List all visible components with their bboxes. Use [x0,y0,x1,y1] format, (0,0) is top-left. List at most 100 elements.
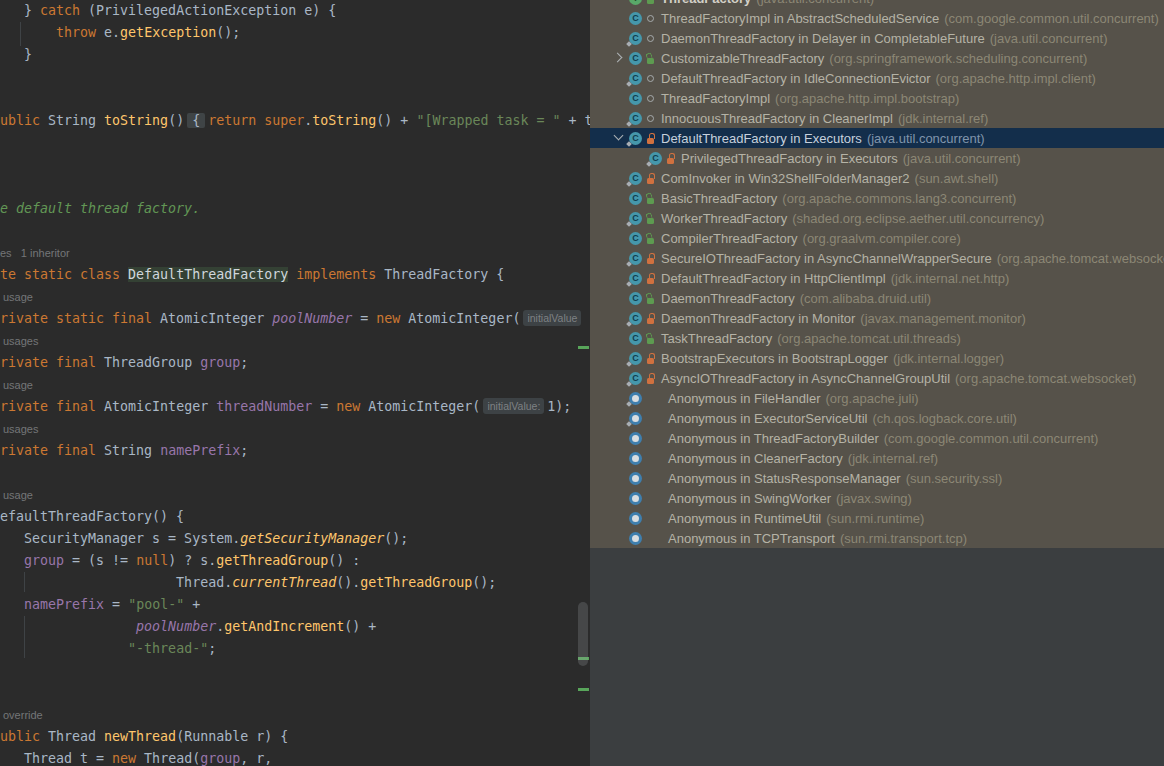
class-icon: C [629,92,642,105]
list-item[interactable]: CCompilerThreadFactory(org.graalvm.compi… [590,228,1164,248]
list-item[interactable]: CDefaultThreadFactory in HttpClientImpl(… [590,268,1164,288]
class-name: PrivilegedThreadFactory in Executors [681,151,898,166]
class-icon: C [629,112,642,125]
visibility-placeholder [646,412,663,425]
list-item[interactable]: CBasicThreadFactory(org.apache.commons.l… [590,188,1164,208]
class-name: BasicThreadFactory [661,191,777,206]
list-item[interactable]: CDaemonThreadFactory in Monitor(javax.ma… [590,308,1164,328]
anonymous-class-icon [629,532,642,545]
class-name: CustomizableThreadFactory [661,51,824,66]
list-item[interactable]: CBootstrapExecutors in BootstrapLogger(j… [590,348,1164,368]
list-item[interactable]: CPrivilegedThreadFactory in Executors(ja… [590,148,1164,168]
class-icon: C [629,312,642,325]
package-name: (com.google.common.util.concurrent) [944,11,1159,26]
class-name: Anonymous in FileHandler [668,391,820,406]
inlay-hint-line: usage [3,286,33,308]
chevron-placeholder [613,228,629,248]
list-item[interactable]: CDefaultThreadFactory in IdleConnectionE… [590,68,1164,88]
code-line: e default thread factory. [0,198,200,220]
package-name: (java.util.concurrent) [867,131,985,146]
inlay-hint-line: usages [3,418,38,440]
package-name: (ch.qos.logback.core.util) [872,411,1017,426]
list-item[interactable]: CComInvoker in Win32ShellFolderManager2(… [590,168,1164,188]
package-name: (org.springframework.scheduling.concurre… [829,51,1087,66]
chevron-placeholder [613,428,629,448]
public-visibility-icon [646,232,656,245]
list-item[interactable]: CDefaultThreadFactory in Executors(java.… [590,128,1164,148]
list-item[interactable]: Anonymous in SwingWorker (javax.swing) [590,488,1164,508]
public-visibility-icon [646,332,656,345]
list-item[interactable]: CTaskThreadFactory(org.apache.tomcat.uti… [590,328,1164,348]
class-name: Anonymous in ExecutorServiceUtil [668,411,867,426]
class-icon: C [629,192,642,205]
list-item[interactable]: Anonymous in FileHandler (org.apache.juli… [590,388,1164,408]
class-name: WorkerThreadFactory [661,211,787,226]
list-item[interactable]: CSecureIOThreadFactory in AsyncChannelWr… [590,248,1164,268]
chevron-placeholder [613,8,629,28]
public-visibility-icon [646,212,656,225]
list-item[interactable]: CThreadFactoryImpl in AbstractScheduledS… [590,8,1164,28]
package-name: (org.apache.http.impl.client) [936,71,1096,86]
class-name: BootstrapExecutors in BootstrapLogger [661,351,888,366]
chevron-placeholder [613,188,629,208]
code-line: rivate static final AtomicInteger poolNu… [0,308,584,330]
vcs-change-marker [578,688,589,691]
package-name: (jdk.internal.ref) [898,111,988,126]
class-icon: C [629,372,642,385]
class-name: ThreadFactoryImpl in AbstractScheduledSe… [661,11,939,26]
class-name: Anonymous in StatusResponseManager [668,471,901,486]
package-name: (javax.swing) [836,491,912,506]
list-item[interactable]: Anonymous in ExecutorServiceUtil (ch.qos.… [590,408,1164,428]
list-item[interactable]: CWorkerThreadFactory(shaded.org.eclipse.… [590,208,1164,228]
package-name: (jdk.internal.ref) [848,451,938,466]
list-item[interactable]: Anonymous in StatusResponseManager(sun.s… [590,468,1164,488]
package-name: (org.apache.juli) [825,391,918,406]
list-item[interactable]: CAsyncIOThreadFactory in AsyncChannelGro… [590,368,1164,388]
interface-icon: I [629,0,642,5]
chevron-right-icon[interactable] [613,48,629,68]
class-name: DaemonThreadFactory [661,291,795,306]
class-name: CompilerThreadFactory [661,231,798,246]
public-visibility-icon [646,0,656,5]
anonymous-class-icon [629,512,642,525]
visibility-placeholder [646,452,663,465]
code-line: } catch (PrivilegedActionException e) { [0,0,336,22]
public-visibility-icon [646,292,656,305]
editor-scrollbar-thumb[interactable] [578,602,588,666]
package-name: (com.alibaba.druid.util) [800,291,932,306]
package-name: (com.google.common.util.concurrent) [884,431,1099,446]
list-item[interactable]: CCustomizableThreadFactory(org.springfra… [590,48,1164,68]
package-name: (org.graalvm.compiler.core) [803,231,961,246]
list-item[interactable]: Anonymous in RuntimeUtil(sun.rmi.runtime… [590,508,1164,528]
public-visibility-icon [646,192,656,205]
anonymous-class-icon [629,432,642,445]
list-item[interactable]: I ThreadFactory (java.util.concurrent) [590,0,1164,8]
inlay-hint-line: es 1 inheritor [0,242,70,264]
private-visibility-icon [646,272,656,285]
list-item[interactable]: CDaemonThreadFactory(com.alibaba.druid.u… [590,288,1164,308]
list-item[interactable]: CThreadFactoryImpl(org.apache.http.impl.… [590,88,1164,108]
class-name: Anonymous in CleanerFactory [668,451,843,466]
inlay-hint-line: usage [3,484,33,506]
package-name: (java.util.concurrent) [756,0,874,6]
list-item[interactable]: CInnocuousThreadFactory in CleanerImpl(j… [590,108,1164,128]
private-visibility-icon [666,152,676,165]
list-item[interactable]: Anonymous in ThreadFactoryBuilder (com.go… [590,428,1164,448]
class-name: SecureIOThreadFactory in AsyncChannelWra… [661,251,992,266]
code-line: rivate final String namePrefix; [0,440,248,462]
list-item[interactable]: Anonymous in CleanerFactory (jdk.internal… [590,448,1164,468]
class-name: Anonymous in SwingWorker [668,491,831,506]
class-name: Anonymous in ThreadFactoryBuilder [668,431,879,446]
class-icon: C [629,352,642,365]
class-name: ThreadFactory [661,0,751,6]
package-name: (sun.rmi.transport.tcp) [840,531,967,546]
class-icon: C [629,172,642,185]
class-icon: C [629,272,642,285]
list-item[interactable]: Anonymous in TCPTransport(sun.rmi.transp… [590,528,1164,548]
private-visibility-icon [646,172,656,185]
list-item[interactable]: CDaemonThreadFactory in Delayer in Compl… [590,28,1164,48]
class-name: DefaultThreadFactory in Executors [661,131,862,146]
code-editor[interactable]: } catch (PrivilegedActionException e) { … [0,0,590,766]
implementations-list: IThreadFactory(java.util.concurrent)CThr… [590,0,1164,548]
indent-guide [20,22,21,46]
